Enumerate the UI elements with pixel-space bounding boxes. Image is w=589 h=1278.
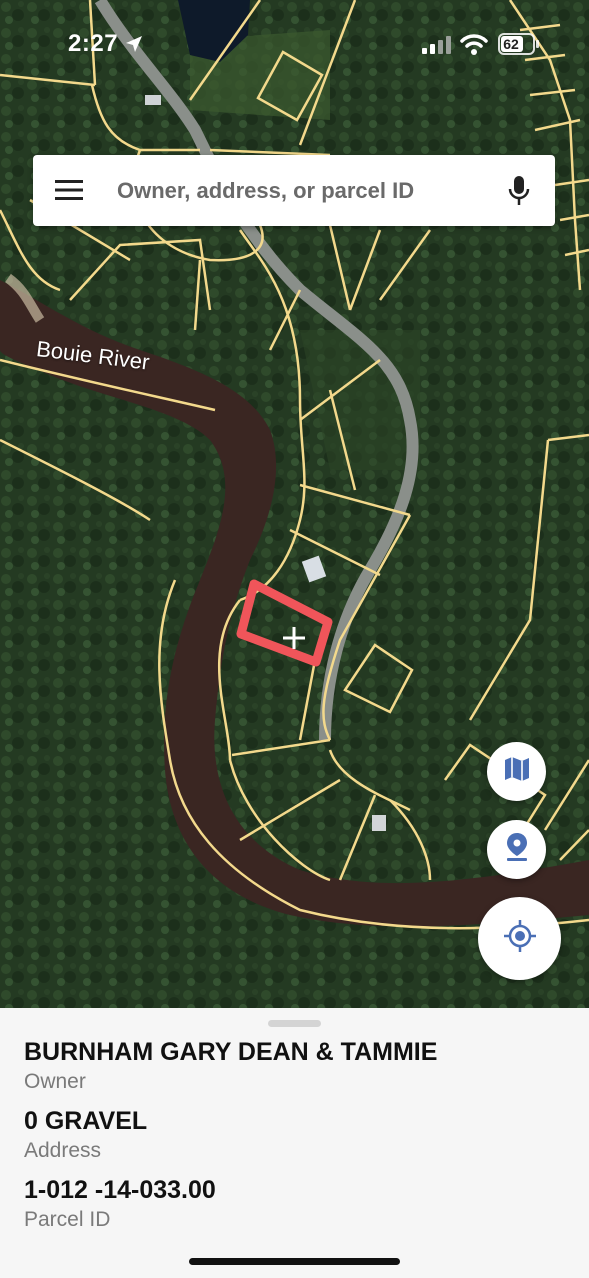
map-layers-button[interactable]	[487, 742, 546, 801]
location-arrow-icon	[124, 34, 144, 59]
battery-icon: 62	[498, 33, 540, 60]
location-pin-icon	[504, 832, 530, 867]
search-input[interactable]	[117, 173, 487, 209]
parcel-details-sheet[interactable]: BURNHAM GARY DEAN & TAMMIE Owner 0 GRAVE…	[0, 1008, 589, 1278]
status-time: 2:27	[68, 30, 119, 57]
address-value: 0 GRAVEL	[24, 1107, 148, 1135]
sheet-drag-handle[interactable]	[268, 1020, 321, 1027]
home-indicator[interactable]	[189, 1258, 400, 1265]
search-bar	[33, 155, 555, 226]
parcel-id-label: Parcel ID	[24, 1208, 111, 1231]
menu-icon[interactable]	[55, 179, 83, 201]
map-layers-icon	[503, 755, 531, 788]
wifi-icon	[460, 33, 488, 60]
status-bar: 2:27 62	[0, 0, 589, 90]
my-location-icon	[503, 919, 537, 958]
parcel-id-value: 1-012 -14-033.00	[24, 1176, 216, 1204]
signal-icon	[422, 36, 452, 59]
microphone-icon[interactable]	[507, 175, 531, 207]
owner-value: BURNHAM GARY DEAN & TAMMIE	[24, 1038, 438, 1066]
battery-level: 62	[503, 36, 519, 52]
address-label: Address	[24, 1139, 102, 1162]
owner-label: Owner	[24, 1070, 86, 1093]
drop-pin-button[interactable]	[487, 820, 546, 879]
my-location-button[interactable]	[478, 897, 561, 980]
